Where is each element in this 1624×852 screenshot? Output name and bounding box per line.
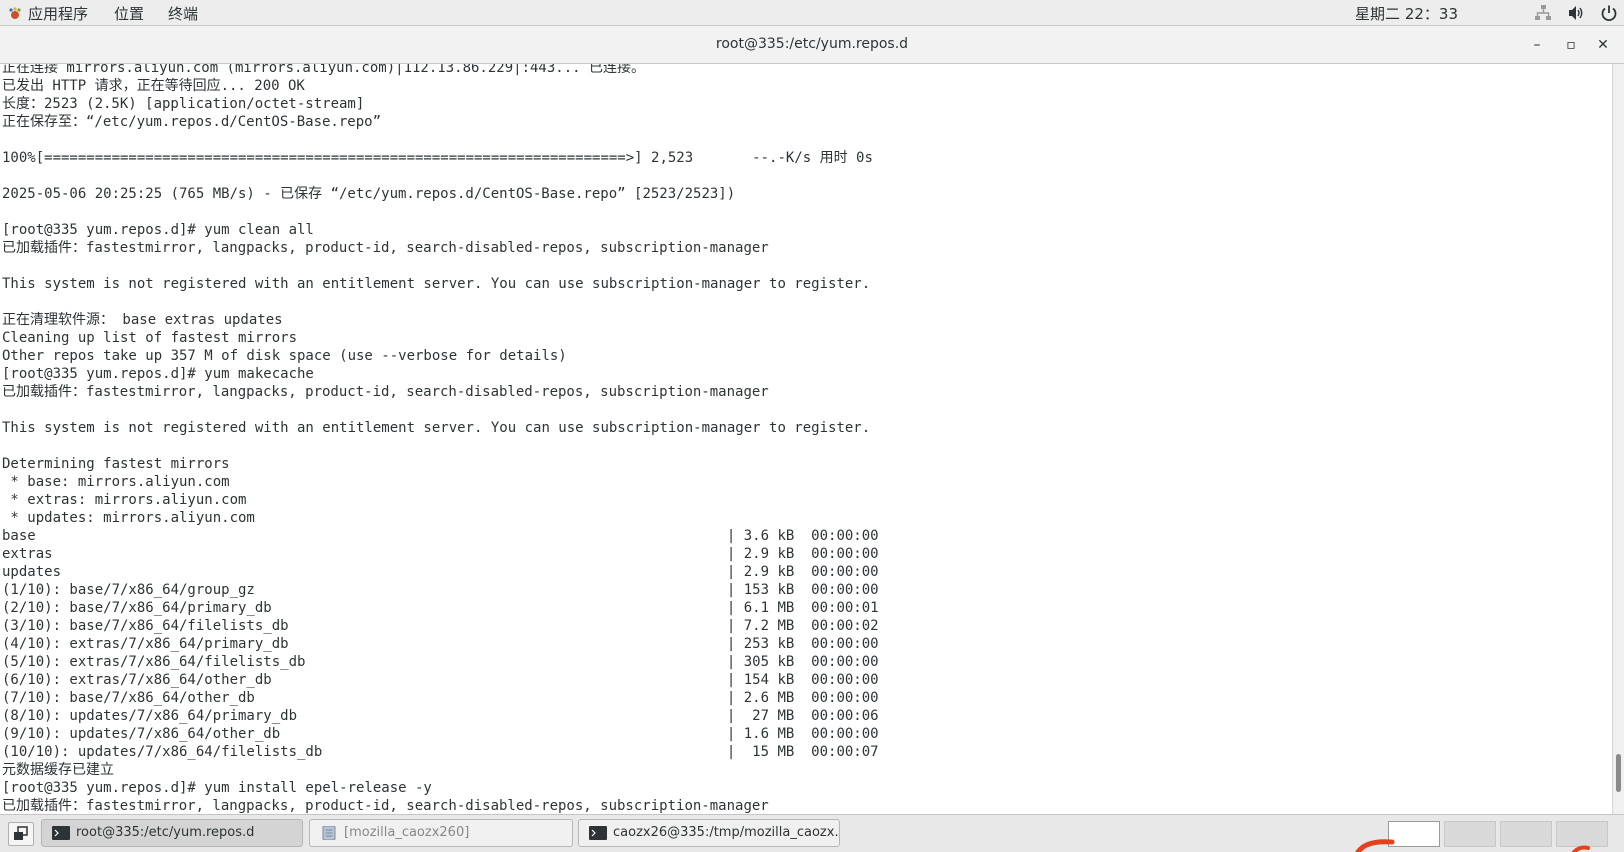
workspace-1[interactable]: [1388, 821, 1440, 847]
terminal-line: 正在连接 mirrors.aliyun.com (mirrors.aliyun.…: [2, 64, 646, 76]
show-desktop-icon: [14, 826, 28, 840]
applications-menu[interactable]: 应用程序: [8, 3, 88, 24]
maximize-button[interactable]: ▫: [1560, 34, 1582, 56]
terminal-line: (3/10): base/7/x86_64/filelists_db | 7.2…: [2, 618, 879, 634]
terminal-line: 2025-05-06 20:25:25 (765 MB/s) - 已保存 “/e…: [2, 186, 736, 202]
workspace-3[interactable]: [1500, 821, 1552, 847]
terminal-line: (5/10): extras/7/x86_64/filelists_db | 3…: [2, 654, 879, 670]
terminal-line: (10/10): updates/7/x86_64/filelists_db |…: [2, 744, 879, 760]
taskbar-item-file-manager[interactable]: [mozilla_caozx260]: [309, 819, 573, 847]
terminal-line: This system is not registered with an en…: [2, 276, 871, 292]
terminal-line: (7/10): base/7/x86_64/other_db | 2.6 MB …: [2, 690, 879, 706]
minimize-button[interactable]: –: [1526, 34, 1548, 56]
taskbar-item-terminal-caozx26[interactable]: caozx26@335:/tmp/mozilla_caozx…: [578, 819, 840, 847]
terminal-line: 已加载插件：fastestmirror, langpacks, product-…: [2, 240, 769, 256]
terminal-line: Other repos take up 357 M of disk space …: [2, 348, 567, 364]
terminal-line: This system is not registered with an en…: [2, 420, 871, 436]
terminal-line: 元数据缓存已建立: [2, 762, 114, 778]
terminal-line: (8/10): updates/7/x86_64/primary_db | 27…: [2, 708, 879, 724]
file-manager-icon: [322, 826, 336, 840]
terminal-view[interactable]: 正在连接 mirrors.aliyun.com (mirrors.aliyun.…: [0, 64, 1612, 814]
clock[interactable]: 星期二 22：33: [1355, 3, 1458, 24]
terminal-line: [root@335 yum.repos.d]# yum install epel…: [2, 780, 432, 796]
terminal-line: 已发出 HTTP 请求，正在等待回应... 200 OK: [2, 78, 305, 94]
terminal-line: updates | 2.9 kB 00:00:00: [2, 564, 879, 580]
top-panel: 应用程序 位置 终端 星期二 22：33: [0, 0, 1624, 26]
applications-menu-label: 应用程序: [28, 5, 89, 23]
terminal-line: Cleaning up list of fastest mirrors: [2, 330, 298, 346]
terminal-line: * updates: mirrors.aliyun.com: [2, 510, 255, 526]
terminal-line: (4/10): extras/7/x86_64/primary_db | 253…: [2, 636, 879, 652]
workspace-2[interactable]: [1444, 821, 1496, 847]
places-menu[interactable]: 位置: [114, 3, 144, 24]
terminal-line: extras | 2.9 kB 00:00:00: [2, 546, 879, 562]
terminal-output: 正在连接 mirrors.aliyun.com (mirrors.aliyun.…: [2, 64, 879, 814]
terminal-line: (2/10): base/7/x86_64/primary_db | 6.1 M…: [2, 600, 879, 616]
terminal-line: 已加载插件：fastestmirror, langpacks, product-…: [2, 798, 769, 814]
bottom-taskbar: root@335:/etc/yum.repos.d [mozilla_caozx…: [0, 814, 1624, 852]
window-titlebar[interactable]: root@335:/etc/yum.repos.d – ▫ ✕: [0, 26, 1624, 64]
terminal-line: 正在清理软件源： base extras updates: [2, 312, 283, 328]
network-icon[interactable]: [1534, 4, 1552, 22]
terminal-line: 正在保存至：“/etc/yum.repos.d/CentOS-Base.repo…: [2, 114, 382, 130]
taskbar-item-label: root@335:/etc/yum.repos.d: [76, 825, 255, 840]
terminal-line: [root@335 yum.repos.d]# yum clean all: [2, 222, 314, 238]
terminal-line: * extras: mirrors.aliyun.com: [2, 492, 247, 508]
taskbar-item-label: [mozilla_caozx260]: [344, 825, 470, 840]
workspace-4[interactable]: [1556, 821, 1608, 847]
terminal-line: Determining fastest mirrors: [2, 456, 230, 472]
system-tray[interactable]: [1524, 4, 1618, 22]
gnome-foot-icon: [9, 7, 21, 19]
terminal-line: 100%[===================================…: [2, 150, 873, 166]
scrollbar-thumb[interactable]: [1616, 754, 1621, 792]
terminal-line: (1/10): base/7/x86_64/group_gz | 153 kB …: [2, 582, 879, 598]
terminal-line: * base: mirrors.aliyun.com: [2, 474, 230, 490]
terminal-line: [root@335 yum.repos.d]# yum makecache: [2, 366, 314, 382]
terminal-line: base | 3.6 kB 00:00:00: [2, 528, 879, 544]
terminal-line: (6/10): extras/7/x86_64/other_db | 154 k…: [2, 672, 879, 688]
taskbar-item-label: caozx26@335:/tmp/mozilla_caozx…: [613, 825, 840, 840]
volume-icon[interactable]: [1567, 4, 1585, 22]
terminal-line: 长度：2523 (2.5K) [application/octet-stream…: [2, 96, 365, 112]
terminal-icon: [52, 826, 70, 840]
terminal-scrollbar[interactable]: [1612, 64, 1624, 814]
power-icon[interactable]: [1600, 4, 1618, 22]
window-title: root@335:/etc/yum.repos.d: [715, 36, 909, 52]
taskbar-item-terminal-root[interactable]: root@335:/etc/yum.repos.d: [41, 819, 303, 847]
close-button[interactable]: ✕: [1592, 34, 1614, 56]
terminal-icon: [589, 826, 607, 840]
terminal-line: 已加载插件：fastestmirror, langpacks, product-…: [2, 384, 769, 400]
terminal-menu[interactable]: 终端: [168, 3, 198, 24]
terminal-line: (9/10): updates/7/x86_64/other_db | 1.6 …: [2, 726, 879, 742]
show-desktop-button[interactable]: [8, 822, 34, 846]
